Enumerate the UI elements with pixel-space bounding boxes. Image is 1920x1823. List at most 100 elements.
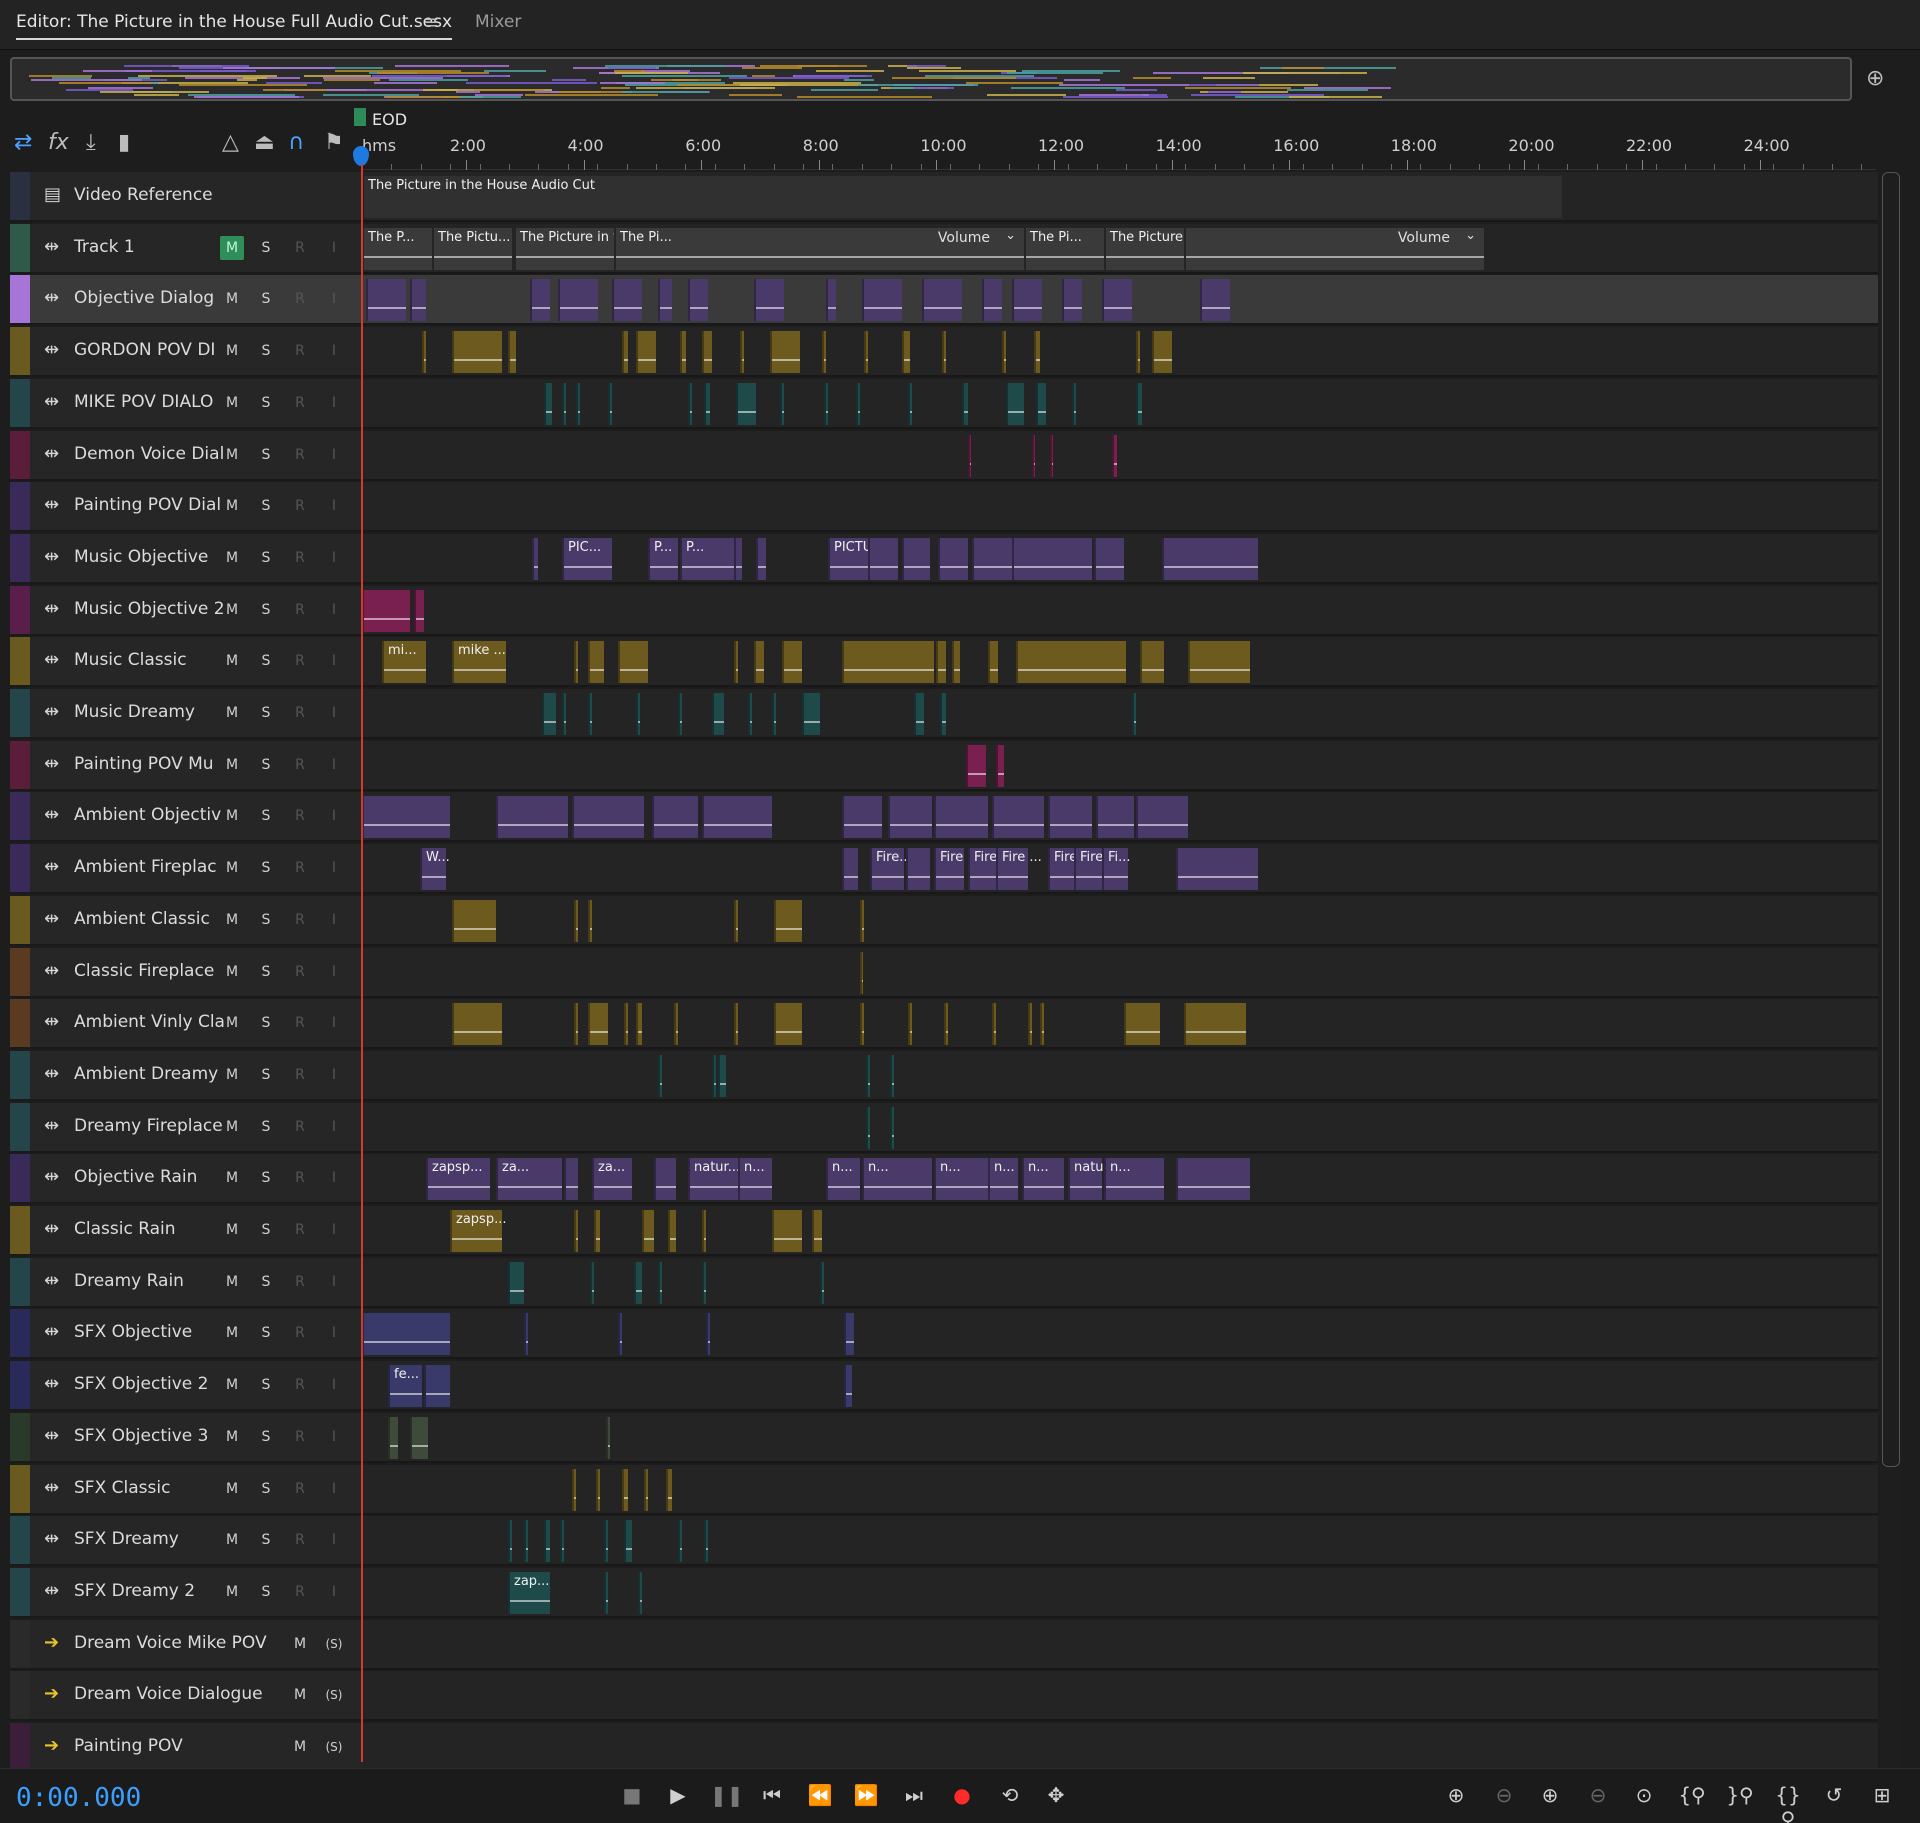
monitor-input-button[interactable]: I bbox=[322, 1063, 346, 1087]
zoom-in-time-icon[interactable]: ⊕ bbox=[1534, 1783, 1566, 1807]
lane-painting-pov-dial[interactable] bbox=[362, 482, 1878, 532]
audio-clip[interactable] bbox=[508, 1262, 524, 1304]
track-name[interactable]: Painting POV Dial bbox=[74, 495, 221, 515]
track-name[interactable]: Music Objective 2 bbox=[74, 599, 225, 619]
audio-clip[interactable] bbox=[968, 435, 971, 477]
audio-clip[interactable] bbox=[658, 1262, 662, 1304]
record-arm-button[interactable]: R bbox=[288, 1580, 312, 1604]
record-arm-button[interactable]: R bbox=[288, 1373, 312, 1397]
audio-clip[interactable] bbox=[680, 331, 686, 373]
audio-clip[interactable] bbox=[366, 279, 406, 321]
mute-button[interactable]: M bbox=[288, 1683, 312, 1707]
solo-button[interactable]: S bbox=[254, 287, 278, 311]
timeline-ruler[interactable]: hms 2:00 4:00 6:00 8:00 10:00 12:00 14:00 16:00… bbox=[362, 108, 1876, 170]
audio-clip[interactable] bbox=[938, 538, 968, 580]
solo-button[interactable]: S bbox=[254, 804, 278, 828]
audio-clip[interactable]: The Picture in the House Audio Cut bbox=[1104, 228, 1337, 270]
lane-painting-pov-mu[interactable] bbox=[362, 741, 1878, 791]
audio-clip[interactable] bbox=[560, 1520, 564, 1562]
audio-clip[interactable] bbox=[622, 331, 628, 373]
solo-button[interactable]: S bbox=[254, 236, 278, 260]
audio-clip[interactable] bbox=[908, 383, 912, 425]
audio-clip[interactable]: mike ... bbox=[452, 641, 506, 683]
record-arm-button[interactable]: R bbox=[288, 856, 312, 880]
audio-clip[interactable] bbox=[702, 1262, 706, 1304]
audio-clip[interactable]: Fire bbox=[968, 848, 997, 890]
zoom-tracks-icon[interactable]: ⊞ bbox=[1866, 1783, 1898, 1807]
mute-button[interactable]: M bbox=[288, 1632, 312, 1656]
track-header-classic-rain[interactable]: ⇹ Classic Rain M S R I bbox=[10, 1206, 362, 1256]
solo-button[interactable]: S bbox=[254, 494, 278, 518]
audio-clip[interactable] bbox=[636, 693, 640, 735]
audio-clip[interactable] bbox=[588, 641, 604, 683]
track-header-music-dreamy[interactable]: ⇹ Music Dreamy M S R I bbox=[10, 689, 362, 739]
audio-clip[interactable] bbox=[734, 641, 738, 683]
lane-ambient-objectiv[interactable] bbox=[362, 792, 1878, 842]
monitor-input-button[interactable]: I bbox=[322, 1425, 346, 1449]
audio-clip[interactable] bbox=[952, 641, 960, 683]
audio-clip[interactable]: Fi... bbox=[1102, 848, 1131, 890]
mute-button[interactable]: M bbox=[220, 1580, 244, 1604]
record-arm-button[interactable]: R bbox=[288, 339, 312, 363]
track-name[interactable]: Dream Voice Mike POV bbox=[74, 1633, 267, 1653]
audio-clip[interactable] bbox=[842, 796, 882, 838]
audio-clip[interactable] bbox=[688, 279, 708, 321]
audio-clip[interactable] bbox=[802, 693, 820, 735]
audio-clip[interactable] bbox=[562, 383, 566, 425]
go-to-start-icon[interactable]: ⏮ bbox=[756, 1783, 788, 1807]
track-name[interactable]: Classic Fireplace bbox=[74, 961, 214, 981]
track-name[interactable]: Demon Voice Dial bbox=[74, 444, 224, 464]
audio-clip[interactable] bbox=[1006, 383, 1024, 425]
current-time-display[interactable]: 0:00.000 bbox=[16, 1783, 141, 1813]
solo-button[interactable]: S bbox=[254, 598, 278, 622]
track-header-objective-dialog[interactable]: ⇹ Objective Dialog M S R I bbox=[10, 275, 362, 325]
mute-button[interactable]: M bbox=[220, 1063, 244, 1087]
audio-clip[interactable] bbox=[754, 279, 784, 321]
track-header-gordon-pov-di[interactable]: ⇹ GORDON POV DI M S R I bbox=[10, 327, 362, 377]
snap-icon[interactable]: ∩ bbox=[288, 130, 304, 155]
track-header-video-reference[interactable]: ▤ Video Reference bbox=[10, 172, 362, 222]
lane-ambient-fireplac[interactable]: W... Fire... Fire Fire Fire ... Fire Fire ... F… bbox=[362, 844, 1878, 894]
audio-clip[interactable] bbox=[782, 641, 802, 683]
lane-ambient-vinly-cla[interactable] bbox=[362, 999, 1878, 1049]
mute-button[interactable]: M bbox=[220, 546, 244, 570]
track-header-music-classic[interactable]: ⇹ Music Classic M S R I bbox=[10, 637, 362, 687]
lane-gordon-pov-di[interactable] bbox=[362, 327, 1878, 377]
lane-ambient-dreamy[interactable] bbox=[362, 1051, 1878, 1101]
mute-button[interactable]: M bbox=[220, 598, 244, 622]
audio-clip[interactable] bbox=[1016, 641, 1126, 683]
audio-clip[interactable] bbox=[734, 900, 738, 942]
record-icon[interactable]: ● bbox=[946, 1783, 978, 1807]
lane-sfx-objective-3[interactable] bbox=[362, 1413, 1878, 1463]
audio-clip[interactable] bbox=[668, 1210, 676, 1252]
audio-clip[interactable] bbox=[982, 279, 1002, 321]
audio-clip[interactable] bbox=[688, 383, 692, 425]
track-name[interactable]: Objective Rain bbox=[74, 1167, 197, 1187]
audio-clip[interactable] bbox=[842, 848, 858, 890]
mute-button[interactable]: M bbox=[220, 1425, 244, 1449]
audio-clip[interactable] bbox=[934, 796, 988, 838]
audio-clip[interactable] bbox=[638, 1572, 642, 1614]
audio-clip[interactable] bbox=[1012, 279, 1042, 321]
mute-button[interactable]: M bbox=[220, 443, 244, 467]
audio-clip[interactable] bbox=[718, 1055, 726, 1097]
monitor-input-button[interactable]: I bbox=[322, 1166, 346, 1190]
audio-clip[interactable] bbox=[636, 331, 656, 373]
audio-clip[interactable] bbox=[1188, 641, 1250, 683]
audio-clip[interactable] bbox=[890, 1055, 894, 1097]
audio-clip[interactable] bbox=[712, 1055, 716, 1097]
audio-clip[interactable] bbox=[1040, 1003, 1044, 1045]
audio-clip[interactable] bbox=[530, 279, 550, 321]
lane-sfx-dreamy[interactable] bbox=[362, 1516, 1878, 1566]
solo-button[interactable]: S bbox=[254, 701, 278, 725]
audio-clip[interactable]: n... bbox=[738, 1158, 772, 1200]
monitor-input-button[interactable]: I bbox=[322, 546, 346, 570]
audio-clip[interactable] bbox=[972, 538, 1012, 580]
solo-button[interactable]: (S) bbox=[322, 1683, 346, 1707]
mute-button[interactable]: M bbox=[220, 701, 244, 725]
tab-mixer[interactable]: Mixer bbox=[475, 12, 521, 40]
audio-clip[interactable] bbox=[414, 590, 424, 632]
audio-clip[interactable] bbox=[944, 1003, 948, 1045]
record-arm-button[interactable]: R bbox=[288, 753, 312, 777]
chevron-down-icon[interactable]: ⌄ bbox=[1005, 228, 1016, 243]
